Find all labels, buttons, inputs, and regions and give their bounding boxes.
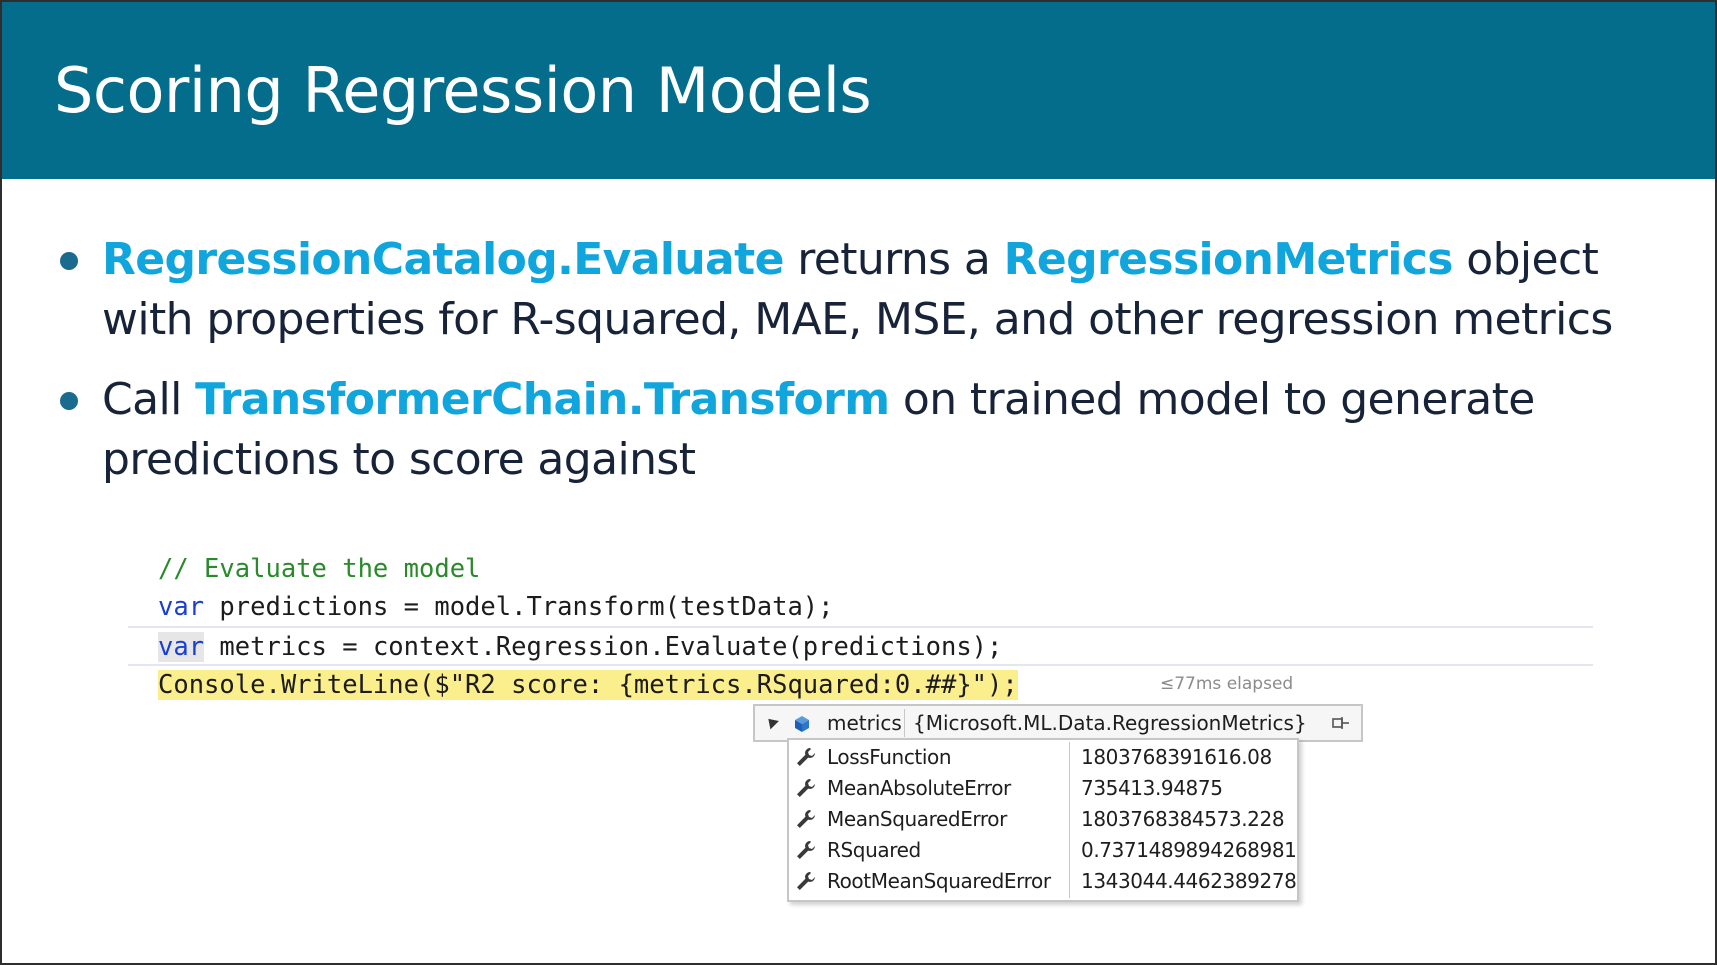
code-line-highlighted: Console.WriteLine($"R2 score: {metrics.R… <box>158 666 1018 704</box>
code-keyword: var <box>158 592 205 622</box>
datatip-properties: LossFunction 1803768391616.08 MeanAbsolu… <box>787 738 1299 902</box>
property-value: 0.7371489894268981 <box>1081 838 1297 862</box>
property-value: 1343044.4462389278 <box>1081 869 1297 893</box>
code-keyword: var <box>158 632 205 662</box>
code-editor-snippet: // Evaluate the model var predictions = … <box>128 550 1593 710</box>
datatip-variable-name: metrics <box>827 711 902 735</box>
keyword-transformerchain-transform: TransformerChain.Transform <box>195 374 890 425</box>
bullet-item: RegressionCatalog.Evaluate returns a Reg… <box>54 230 1674 350</box>
keyword-regressioncatalog-evaluate: RegressionCatalog.Evaluate <box>102 234 784 285</box>
slide: Scoring Regression Models RegressionCata… <box>0 0 1717 965</box>
property-name: RSquared <box>827 838 921 862</box>
property-value: 1803768384573.228 <box>1081 807 1285 831</box>
property-name: MeanAbsoluteError <box>827 776 1011 800</box>
wrench-icon <box>797 748 815 766</box>
datatip-row[interactable]: RSquared 0.7371489894268981 <box>789 835 1297 866</box>
datatip-row[interactable]: LossFunction 1803768391616.08 <box>789 742 1297 773</box>
bullet-list: RegressionCatalog.Evaluate returns a Reg… <box>54 230 1674 510</box>
bullet-item: Call TransformerChain.Transform on train… <box>54 370 1674 490</box>
code-line: var predictions = model.Transform(testDa… <box>158 588 834 626</box>
datatip-row[interactable]: MeanSquaredError 1803768384573.228 <box>789 804 1297 835</box>
pin-icon[interactable] <box>1331 714 1351 732</box>
code-text: metrics = context.Regression.Evaluate(pr… <box>204 632 1003 662</box>
bullet-dot-icon <box>60 252 78 270</box>
property-name: MeanSquaredError <box>827 807 1007 831</box>
title-bar: Scoring Regression Models <box>2 2 1715 179</box>
elapsed-time-hint: ≤77ms elapsed <box>1160 674 1294 694</box>
code-comment: // Evaluate the model <box>158 554 481 584</box>
property-name: RootMeanSquaredError <box>827 869 1051 893</box>
datatip-row[interactable]: RootMeanSquaredError 1343044.4462389278 <box>789 866 1297 897</box>
code-text: predictions = model.Transform(testData); <box>204 592 834 622</box>
datatip-variable-type: {Microsoft.ML.Data.RegressionMetrics} <box>913 711 1307 735</box>
property-value: 735413.94875 <box>1081 776 1223 800</box>
property-value: 1803768391616.08 <box>1081 745 1272 769</box>
datatip-row[interactable]: MeanAbsoluteError 735413.94875 <box>789 773 1297 804</box>
object-cube-icon <box>795 716 809 732</box>
bullet-text: returns a <box>783 234 1004 285</box>
datatip-header[interactable]: metrics {Microsoft.ML.Data.RegressionMet… <box>753 704 1363 742</box>
code-text: Console.WriteLine($"R2 score: {metrics.R… <box>158 670 1018 700</box>
bullet-dot-icon <box>60 392 78 410</box>
collapse-arrow-icon[interactable] <box>764 714 779 730</box>
keyword-regressionmetrics: RegressionMetrics <box>1003 234 1454 285</box>
wrench-icon <box>797 841 815 859</box>
wrench-icon <box>797 810 815 828</box>
wrench-icon <box>797 872 815 890</box>
code-line: var metrics = context.Regression.Evaluat… <box>158 628 1002 666</box>
property-name: LossFunction <box>827 745 952 769</box>
divider <box>904 709 905 737</box>
wrench-icon <box>797 779 815 797</box>
slide-title: Scoring Regression Models <box>54 54 872 127</box>
bullet-text: Call <box>102 374 196 425</box>
